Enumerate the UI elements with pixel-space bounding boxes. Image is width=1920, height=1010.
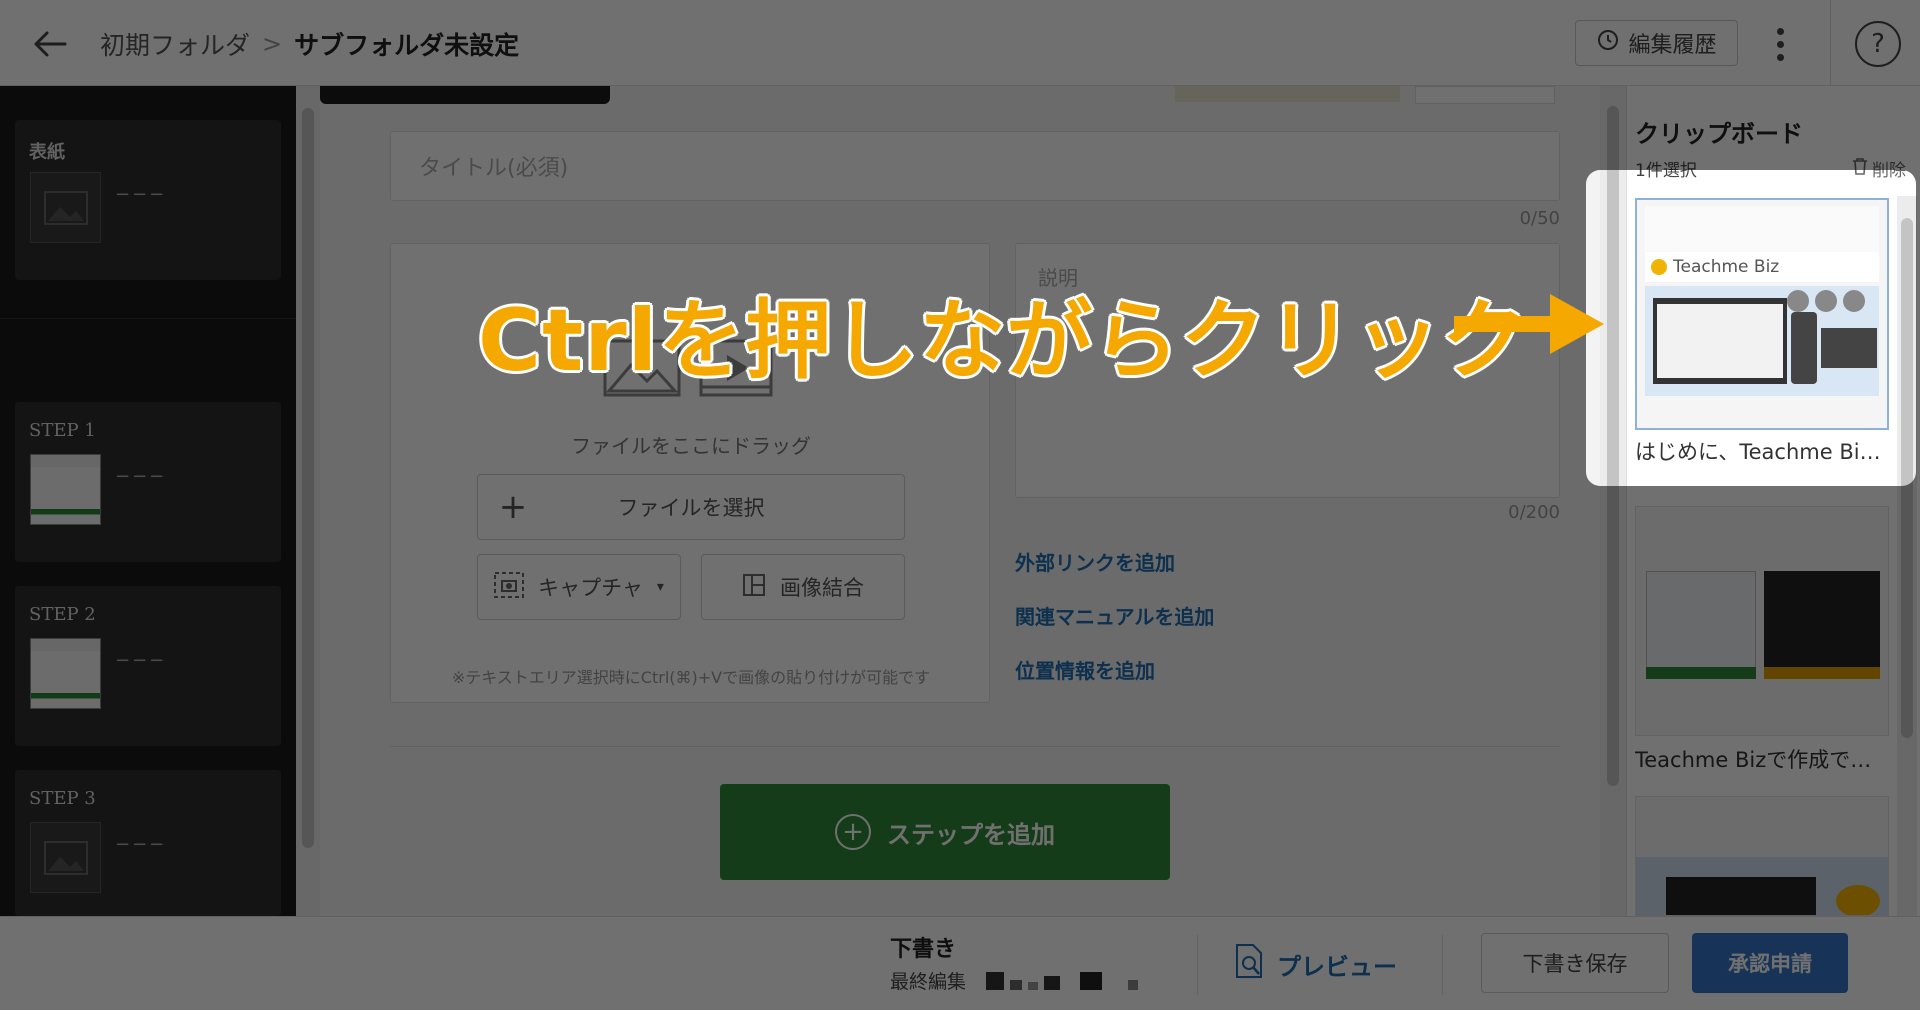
select-file-label: ファイルを選択 [617,496,765,520]
clipboard-thumbnail [1635,796,1889,916]
clipboard-item[interactable]: Teachme Biz はじめに、Teachme Biz… [1635,198,1889,470]
title-char-count: 0/50 [1519,208,1560,229]
step-editor: タイトル(必須) 0/50 ファイルをここにドラッグ + ファイルを選択 キャプ… [320,86,1600,916]
pointer-arrow-icon [1454,294,1604,354]
edit-history-label: 編集履歴 [1628,33,1717,58]
clipboard-selected-count: 1件選択 [1635,161,1697,181]
help-icon[interactable]: ? [1855,21,1901,67]
add-location-link[interactable]: 位置情報を追加 [1015,655,1155,684]
merge-icon [742,573,766,602]
preview-document-icon [1235,943,1265,985]
breadcrumb-current[interactable]: サブフォルダ未設定 [294,26,519,62]
image-placeholder-icon [30,172,101,243]
select-file-button[interactable]: + ファイルを選択 [477,474,905,540]
delete-label: 削除 [1872,161,1906,181]
clipboard-item[interactable]: Teachme Bizで作成で… [1635,506,1889,786]
step-card[interactable]: STEP 3 −−− [15,770,281,916]
instruction-annotation: Ctrlを押しながらクリック [478,291,1529,391]
add-step-button[interactable]: + ステップを追加 [720,784,1170,880]
step-card[interactable]: STEP 1 −−− [15,402,281,562]
approve-request-button[interactable]: 承認申請 [1692,933,1848,993]
clipboard-thumbnail [1635,506,1889,736]
step-label: STEP 1 [29,420,96,441]
top-tab [320,86,610,104]
save-draft-button[interactable]: 下書き保存 [1481,933,1669,993]
clipboard-title: クリップボード [1635,120,1803,148]
edit-history-button[interactable]: 編集履歴 [1575,20,1738,66]
breadcrumb-separator: > [262,30,283,58]
step-thumbnail [30,638,101,709]
top-chip [1175,86,1400,102]
capture-label: キャプチャ [538,576,643,600]
step-title-placeholder: −−− [115,834,167,855]
breadcrumb-root[interactable]: 初期フォルダ [100,26,250,62]
preview-label: プレビュー [1277,952,1397,981]
add-circle-icon: + [835,814,871,850]
plus-icon: + [498,487,528,527]
last-edited-user-redacted [986,971,1139,990]
cover-card[interactable]: 表紙 −−− [15,120,281,280]
add-related-manual-link[interactable]: 関連マニュアルを追加 [1015,601,1214,630]
draft-status: 下書き [890,937,957,962]
clipboard-item-caption: Teachme Bizで作成で… [1635,748,1872,772]
header-divider [1830,0,1831,86]
merge-images-button[interactable]: 画像結合 [701,554,905,620]
back-arrow-icon[interactable] [28,22,72,66]
step-thumbnail [30,454,101,525]
add-external-link[interactable]: 外部リンクを追加 [1015,547,1175,576]
preview-button[interactable]: プレビュー [1235,939,1397,989]
editor-scrollbar[interactable] [1600,86,1626,916]
header-bar: 初期フォルダ > サブフォルダ未設定 編集履歴 ? [0,0,1920,86]
footer-divider [1442,935,1443,995]
clipboard-item-caption: はじめに、Teachme Biz… [1635,440,1889,464]
merge-label: 画像結合 [780,576,864,600]
paste-note: ※テキストエリア選択時にCtrl(⌘)+Vで画像の貼り付けが可能です [451,668,931,687]
image-placeholder-icon [30,822,101,893]
step-card[interactable]: STEP 2 −−− [15,586,281,746]
breadcrumb: 初期フォルダ > サブフォルダ未設定 [100,22,519,66]
drag-hint: ファイルをここにドラッグ [571,434,811,458]
top-button[interactable] [1415,86,1555,104]
last-edited: 最終編集 [890,967,1139,994]
cover-title-placeholder: −−− [115,184,167,205]
capture-button[interactable]: キャプチャ ▾ [477,554,681,620]
add-step-label: ステップを追加 [887,820,1055,849]
sidebar-scrollbar[interactable] [296,86,320,916]
footer-divider [1197,935,1198,995]
clipboard-delete-button[interactable]: 削除 [1852,156,1906,181]
cover-label: 表紙 [29,142,65,163]
history-icon [1596,28,1620,58]
camera-icon [494,571,525,603]
clipboard-panel: クリップボード 1件選択 削除 Teachme Biz はじめに、Teachme… [1626,86,1920,916]
clipboard-scrollbar[interactable] [1897,196,1917,916]
more-menu-icon[interactable] [1765,22,1795,66]
clipboard-item[interactable] [1635,796,1889,916]
trash-icon [1852,157,1868,180]
thumbnail-brand: Teachme Biz [1673,257,1780,277]
dropdown-caret-icon: ▾ [656,579,664,595]
description-char-count: 0/200 [1508,502,1560,523]
clipboard-thumbnail: Teachme Biz [1635,198,1889,430]
step-title-placeholder: −−− [115,466,167,487]
step-label: STEP 3 [29,788,96,809]
title-input[interactable]: タイトル(必須) [390,131,1560,201]
step-label: STEP 2 [29,604,96,625]
sidebar-divider [0,318,296,319]
section-divider [390,746,1560,747]
last-edited-label: 最終編集 [890,971,967,993]
footer-bar: 下書き 最終編集 プレビュー 下書き保存 承認申請 [0,916,1920,1010]
step-title-placeholder: −−− [115,650,167,671]
step-sidebar: 表紙 −−− STEP 1 −−− STEP 2 −−− STEP 3 −−− [0,86,296,916]
